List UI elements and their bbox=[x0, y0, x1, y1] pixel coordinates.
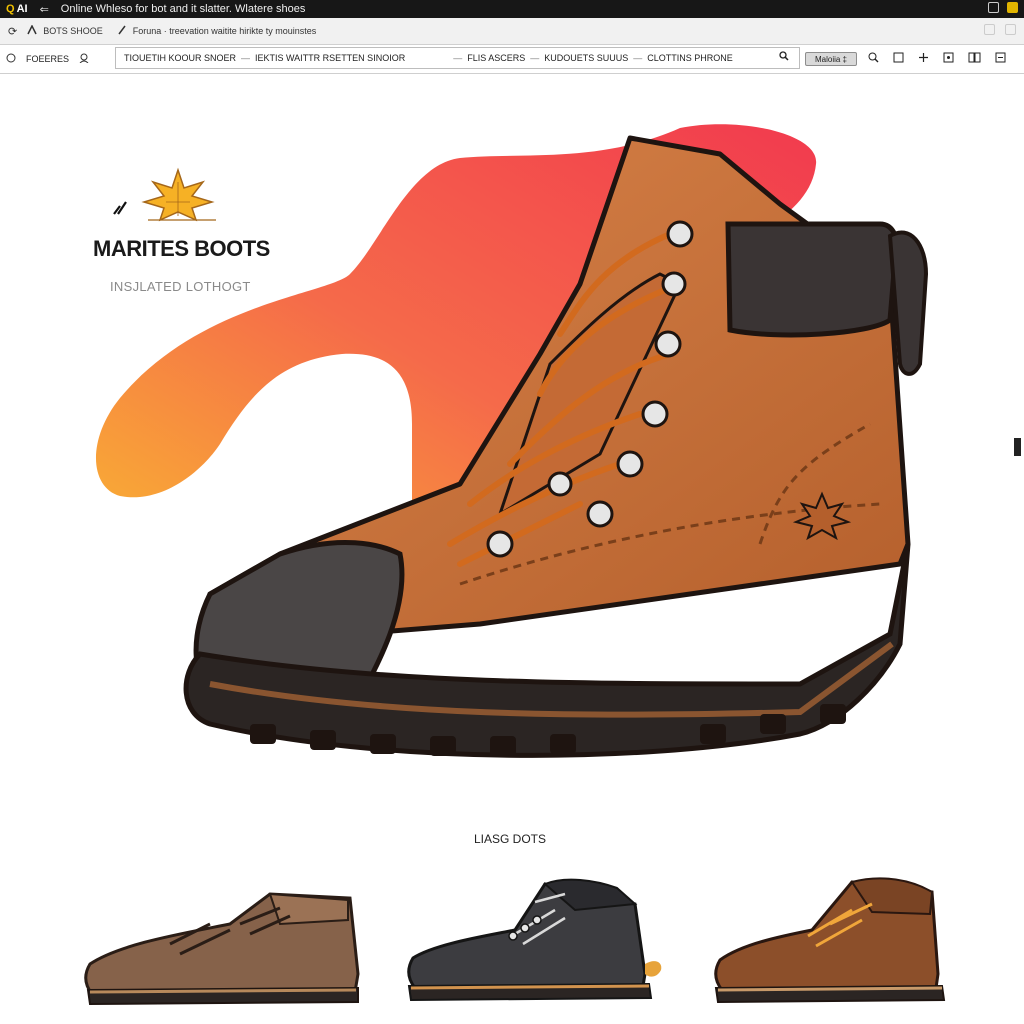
tab-icon bbox=[27, 24, 37, 37]
product-page: MARITES BOOTS INSJLATED LOTHOGT LIASG DO… bbox=[0, 74, 1024, 1024]
restore-icon[interactable] bbox=[988, 2, 999, 13]
window-titlebar: Q AI ⇐ Online Whleso for bot and it slat… bbox=[0, 0, 1024, 18]
nav-link[interactable]: FLIS ASCERS bbox=[467, 53, 525, 63]
separator: — bbox=[453, 53, 463, 63]
tab-bar: ⟳ BOTS SHOOE Foruna · treevation waitite… bbox=[0, 18, 1024, 45]
new-window-icon[interactable] bbox=[1005, 24, 1016, 35]
address-bar[interactable]: TIOUETIH KOOUR SNOER — IEKTIS WAITTR RSE… bbox=[115, 47, 800, 69]
bookmark-icon[interactable] bbox=[893, 52, 904, 66]
back-arrow-icon[interactable]: ⇐ bbox=[40, 3, 49, 16]
separator: — bbox=[241, 53, 251, 63]
tab-forum[interactable]: Foruna · treevation waitite hirikte ty m… bbox=[117, 25, 317, 37]
separator: — bbox=[633, 53, 643, 63]
related-section-title: LIASG DOTS bbox=[474, 832, 547, 846]
window-title: Online Whleso for bot and it slatter. Wl… bbox=[60, 3, 306, 15]
app-logo-icon: Q bbox=[6, 3, 15, 15]
menu-label[interactable]: FOEERES bbox=[26, 54, 69, 64]
tab-pen-icon bbox=[117, 25, 127, 37]
add-icon[interactable] bbox=[918, 52, 929, 66]
tab-boots[interactable]: BOTS SHOOE bbox=[27, 24, 103, 37]
hero-boot-image bbox=[95, 124, 929, 758]
close-icon[interactable] bbox=[1007, 2, 1018, 13]
cart-icon[interactable] bbox=[943, 52, 954, 66]
home-icon[interactable] bbox=[6, 53, 16, 65]
nav-bar: FOEERES TIOUETIH KOOUR SNOER — IEKTIS WA… bbox=[0, 45, 1024, 74]
tab-label: BOTS SHOOE bbox=[43, 26, 103, 36]
search-button[interactable]: Maloiia ‡ bbox=[805, 52, 857, 66]
reload-icon[interactable]: ⟳ bbox=[8, 25, 17, 38]
separator: — bbox=[530, 53, 540, 63]
scrollbar-handle[interactable] bbox=[1014, 438, 1021, 456]
related-shoe-brown[interactable] bbox=[80, 884, 365, 1014]
related-shoe-black[interactable] bbox=[405, 874, 670, 1009]
tab-list-icon[interactable] bbox=[984, 24, 995, 35]
tab-label: Foruna · treevation waitite hirikte ty m… bbox=[132, 26, 317, 36]
nav-link[interactable]: TIOUETIH KOOUR SNOER bbox=[124, 53, 236, 63]
nav-link[interactable]: IEKTIS WAITTR RSETTEN SINOIOR bbox=[255, 53, 405, 63]
settings-icon[interactable] bbox=[995, 52, 1006, 66]
app-badge: AI bbox=[16, 3, 28, 15]
account-icon[interactable] bbox=[79, 53, 89, 65]
zoom-icon[interactable] bbox=[868, 52, 879, 66]
related-shoe-tan[interactable] bbox=[712, 874, 957, 1009]
nav-link[interactable]: CLOTTINS PHRONE bbox=[647, 53, 733, 63]
nav-link[interactable]: KUDOUETS SUUUS bbox=[544, 53, 628, 63]
compare-icon[interactable] bbox=[968, 52, 981, 66]
search-icon[interactable] bbox=[779, 51, 789, 64]
